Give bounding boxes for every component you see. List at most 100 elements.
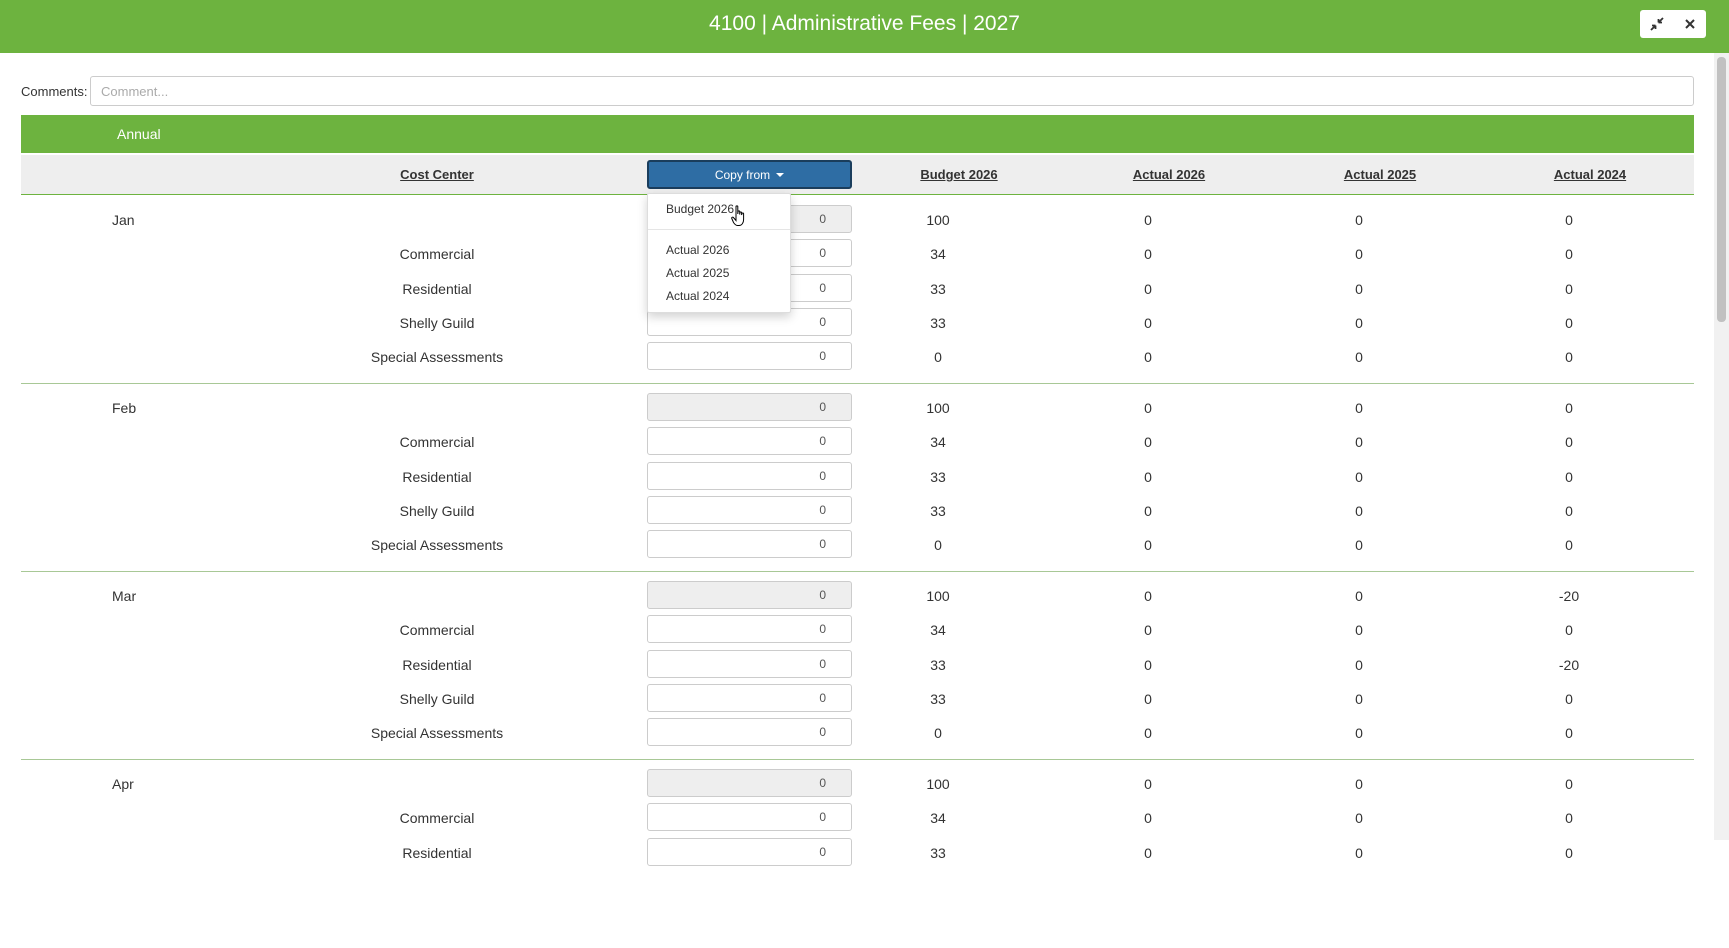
actual-2025-cell: 0 <box>1355 537 1363 554</box>
table-row: Special Assessments 0 0 0 0 <box>21 339 1694 373</box>
budget-2026-cell: 100 <box>926 212 950 228</box>
cost-center-label: Shelly Guild <box>399 314 475 331</box>
cost-center-amount-input[interactable] <box>647 683 852 712</box>
budget-2026-cell: 34 <box>930 246 946 263</box>
actual-2025-cell: 0 <box>1355 810 1363 827</box>
cost-center-label: Commercial <box>399 622 475 639</box>
budget-2026-cell: 33 <box>930 690 946 707</box>
actual-2026-cell: 0 <box>1144 622 1152 639</box>
cost-center-amount-input[interactable] <box>647 427 852 456</box>
actual-2025-cell: 0 <box>1355 690 1363 707</box>
month-label: Jan <box>112 212 135 228</box>
actual-2026-cell: 0 <box>1144 690 1152 707</box>
month-group-apr: Apr 100 0 0 0 Commercial 34 0 0 0 Residential 33 0 0 0 <box>21 766 1694 948</box>
modal-header: 4100 | Administrative Fees | 2027 <box>0 0 1729 53</box>
table-row: Special Assessments 0 0 0 0 <box>21 715 1694 749</box>
column-header-budget-2026[interactable]: Budget 2026 <box>920 167 997 182</box>
actual-2025-cell: 0 <box>1355 400 1363 416</box>
actual-2025-cell: 0 <box>1355 656 1363 673</box>
actual-2026-cell: 0 <box>1144 725 1152 742</box>
cost-center-amount-input[interactable] <box>647 837 852 866</box>
dropdown-item-budget-2026[interactable]: Budget 2026 <box>666 202 734 216</box>
actual-2025-cell: 0 <box>1355 502 1363 519</box>
actual-2024-cell: 0 <box>1565 349 1573 366</box>
cost-center-label: Commercial <box>399 246 475 263</box>
minimize-button[interactable] <box>1640 10 1673 38</box>
budget-2026-cell: 0 <box>934 725 942 742</box>
cost-center-label: Shelly Guild <box>399 690 475 707</box>
cost-center-amount-input[interactable] <box>647 615 852 644</box>
actual-2025-cell: 0 <box>1355 776 1363 792</box>
actual-2026-cell: 0 <box>1144 468 1152 485</box>
modal-title: 4100 | Administrative Fees | 2027 <box>709 12 1020 35</box>
month-label: Feb <box>112 400 137 416</box>
actual-2025-cell: 0 <box>1355 246 1363 263</box>
budget-2026-cell: 33 <box>930 656 946 673</box>
comments-label: Comments: <box>21 84 88 99</box>
actual-2026-cell: 0 <box>1144 656 1152 673</box>
budget-2026-cell: 0 <box>934 537 942 554</box>
cost-center-amount-input[interactable] <box>647 495 852 524</box>
cost-center-amount-input[interactable] <box>647 461 852 490</box>
actual-2026-cell: 0 <box>1144 314 1152 331</box>
actual-2025-cell: 0 <box>1355 844 1363 861</box>
actual-2026-cell: 0 <box>1144 246 1152 263</box>
actual-2025-cell: 0 <box>1355 725 1363 742</box>
budget-2026-cell: 33 <box>930 844 946 861</box>
actual-2025-cell: 0 <box>1355 434 1363 451</box>
actual-2024-cell: 0 <box>1565 434 1573 451</box>
month-group-jan: Jan 100 0 0 0 Commercial 34 0 0 0 Residential 33 0 0 0… <box>21 202 1694 384</box>
hand-pointer-icon <box>731 205 745 226</box>
actual-2026-cell: 0 <box>1144 280 1152 297</box>
dropdown-item-actual-2025[interactable]: Actual 2025 <box>666 266 729 280</box>
budget-2026-cell: 100 <box>926 400 950 416</box>
actual-2025-cell: 0 <box>1355 622 1363 639</box>
month-total-input[interactable] <box>647 769 852 797</box>
dropdown-item-actual-2024[interactable]: Actual 2024 <box>666 289 729 303</box>
cost-center-amount-input[interactable] <box>647 530 852 559</box>
actual-2025-cell: 0 <box>1355 349 1363 366</box>
dropdown-divider <box>648 229 790 230</box>
actual-2025-cell: 0 <box>1355 468 1363 485</box>
actual-2024-cell: 0 <box>1565 468 1573 485</box>
copy-from-button[interactable]: Copy from <box>647 160 852 189</box>
actual-2025-cell: 0 <box>1355 314 1363 331</box>
month-total-input[interactable] <box>647 393 852 421</box>
table-row: Shelly Guild 33 0 0 0 <box>21 681 1694 715</box>
budget-2026-cell: 34 <box>930 434 946 451</box>
cost-center-amount-input[interactable] <box>647 718 852 747</box>
table-row: Residential 33 0 0 -20 <box>21 647 1694 681</box>
cost-center-amount-input[interactable] <box>647 649 852 678</box>
compress-icon <box>1649 17 1664 31</box>
actual-2026-cell: 0 <box>1144 502 1152 519</box>
table-row: Shelly Guild 33 0 0 0 <box>21 305 1694 339</box>
cost-center-amount-input[interactable] <box>647 342 852 371</box>
close-button[interactable] <box>1673 10 1706 38</box>
scrollbar-thumb[interactable] <box>1717 57 1726 322</box>
column-header-actual-2024[interactable]: Actual 2024 <box>1554 167 1626 182</box>
cost-center-label: Residential <box>402 468 472 485</box>
table-row: Feb 100 0 0 0 <box>21 390 1694 424</box>
caret-down-icon <box>776 172 785 177</box>
vertical-scrollbar[interactable] <box>1714 53 1729 840</box>
actual-2024-cell: 0 <box>1565 246 1573 263</box>
dropdown-item-actual-2026[interactable]: Actual 2026 <box>666 243 729 257</box>
budget-2026-cell: 33 <box>930 502 946 519</box>
column-header-actual-2025[interactable]: Actual 2025 <box>1344 167 1416 182</box>
cost-center-label: Special Assessments <box>370 725 504 742</box>
column-header-actual-2026[interactable]: Actual 2026 <box>1133 167 1205 182</box>
actual-2024-cell: -20 <box>1558 588 1580 604</box>
actual-2024-cell: 0 <box>1565 212 1573 228</box>
cost-center-label: Residential <box>402 280 472 297</box>
actual-2024-cell: 0 <box>1565 502 1573 519</box>
month-label: Mar <box>112 588 137 604</box>
actual-2024-cell: 0 <box>1565 844 1573 861</box>
comments-input[interactable] <box>90 76 1694 106</box>
month-total-input[interactable] <box>647 581 852 609</box>
column-header-cost-center[interactable]: Cost Center <box>400 167 474 182</box>
actual-2024-cell: 0 <box>1565 690 1573 707</box>
actual-2024-cell: 0 <box>1565 280 1573 297</box>
actual-2024-cell: 0 <box>1565 622 1573 639</box>
actual-2024-cell: 0 <box>1565 725 1573 742</box>
cost-center-amount-input[interactable] <box>647 803 852 832</box>
